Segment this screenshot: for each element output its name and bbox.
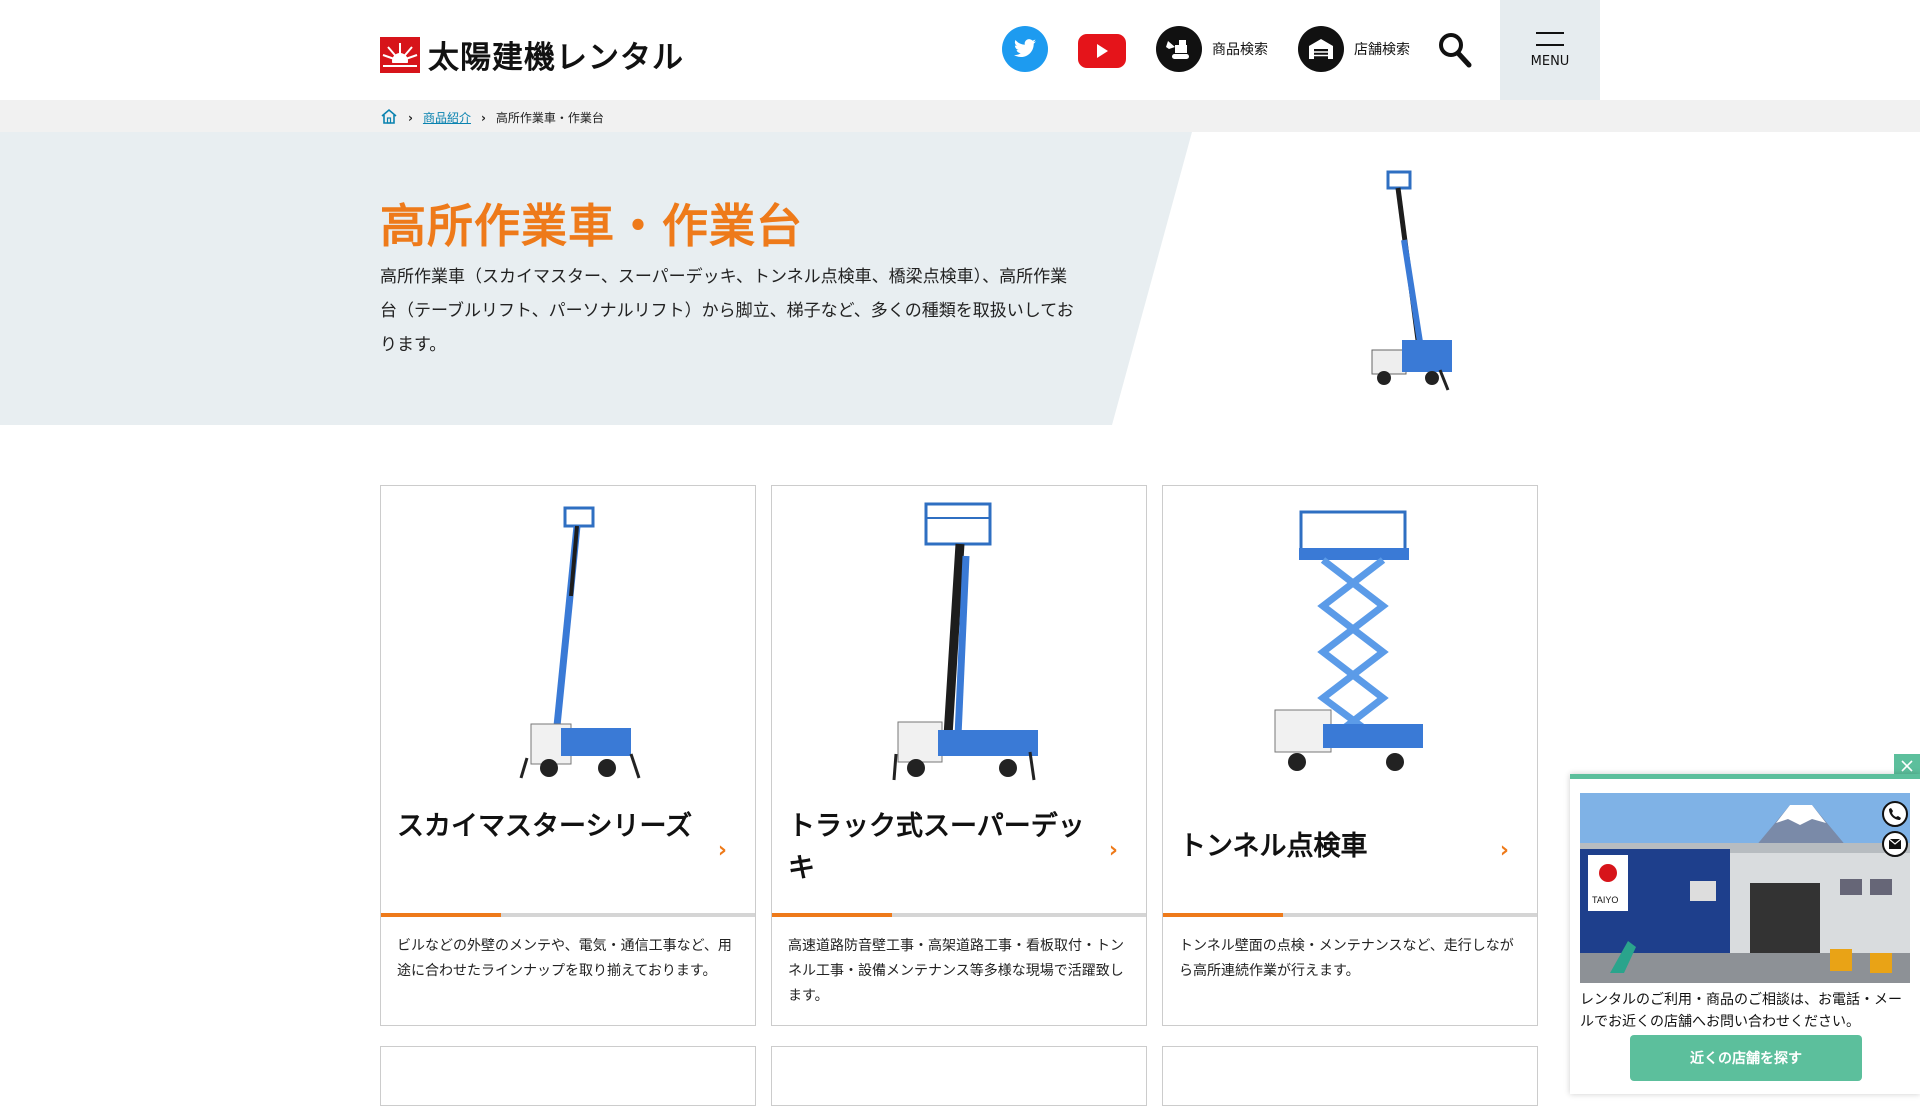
- twitter-icon[interactable]: [1002, 26, 1048, 72]
- mail-icon[interactable]: [1882, 831, 1908, 857]
- product-card-tunnel-inspection[interactable]: トンネル点検車 › トンネル壁面の点検・メンテナンスなど、走行しながら高所連続作…: [1162, 485, 1538, 1026]
- search-icon[interactable]: [1438, 32, 1472, 68]
- product-card-partial[interactable]: [1162, 1046, 1538, 1106]
- site-logo[interactable]: 太陽建機レンタル: [380, 32, 684, 77]
- card-title: トラック式スーパーデッキ: [788, 811, 1085, 884]
- breadcrumb-item-current: 高所作業車・作業台: [495, 111, 604, 125]
- warehouse-icon: [1298, 26, 1344, 72]
- store-sign-text: TAIYO: [1592, 895, 1618, 905]
- card-description: トンネル壁面の点検・メンテナンスなど、走行しながら高所連続作業が行えます。: [1179, 938, 1514, 979]
- nav-product-search-label: 商品検索: [1212, 42, 1268, 58]
- tunnel-inspection-truck-image: [1163, 496, 1537, 786]
- breadcrumb: › 商品紹介 › 高所作業車・作業台: [0, 100, 1920, 132]
- logo-sun-icon: [380, 36, 420, 73]
- chevron-right-icon: ›: [717, 838, 727, 863]
- chevron-right-icon: ›: [1108, 838, 1118, 863]
- nav-store-search[interactable]: 店舗検索: [1298, 26, 1410, 72]
- aerial-work-truck-image: [1340, 170, 1460, 400]
- excavator-icon: [1156, 26, 1202, 72]
- breadcrumb-item-products[interactable]: 商品紹介: [423, 109, 471, 126]
- card-description: 高速道路防音壁工事・高架道路工事・看板取付・トンネル工事・設備メンテナンス等多様…: [788, 938, 1124, 1004]
- card-divider: [381, 913, 755, 917]
- youtube-icon[interactable]: [1078, 34, 1126, 68]
- menu-button[interactable]: MENU: [1500, 0, 1600, 100]
- skymaster-truck-image: [381, 496, 755, 786]
- hero-section: 高所作業車・作業台 高所作業車（スカイマスター、スーパーデッキ、トンネル点検車、…: [0, 132, 1920, 425]
- nav-product-search[interactable]: 商品検索: [1156, 26, 1268, 72]
- nav-store-search-label: 店舗検索: [1354, 42, 1410, 58]
- store-photo: TAIYO: [1580, 793, 1910, 983]
- close-icon: [1901, 760, 1913, 772]
- chevron-right-icon: ›: [408, 110, 413, 125]
- superdeck-truck-image: [772, 496, 1146, 786]
- product-card-skymaster[interactable]: スカイマスターシリーズ › ビルなどの外壁のメンテや、電気・通信工事など、用途に…: [380, 485, 756, 1026]
- chevron-right-icon: ›: [480, 110, 486, 125]
- logo-text: 太陽建機レンタル: [428, 40, 684, 76]
- hamburger-icon: [1536, 31, 1564, 46]
- find-nearby-store-button[interactable]: 近くの店舗を探す: [1630, 1035, 1862, 1081]
- card-divider: [1163, 913, 1537, 917]
- product-card-partial[interactable]: [771, 1046, 1147, 1106]
- contact-popup: TAIYO レンタルのご利用・商品のご相談は、お電話・メールでお近くの店舗へお問…: [1570, 774, 1920, 1094]
- home-icon[interactable]: [380, 108, 398, 127]
- phone-icon[interactable]: [1882, 801, 1908, 827]
- product-card-superdeck[interactable]: トラック式スーパーデッキ › 高速道路防音壁工事・高架道路工事・看板取付・トンネ…: [771, 485, 1147, 1026]
- menu-label: MENU: [1530, 53, 1570, 69]
- chevron-right-icon: ›: [1499, 838, 1509, 863]
- product-card-partial[interactable]: [380, 1046, 756, 1106]
- site-header: 太陽建機レンタル 商品検索 店舗検索 MENU: [0, 0, 1920, 100]
- card-divider: [772, 913, 1146, 917]
- popup-message: レンタルのご利用・商品のご相談は、お電話・メールでお近くの店舗へお問い合わせくだ…: [1580, 992, 1902, 1030]
- card-description: ビルなどの外壁のメンテや、電気・通信工事など、用途に合わせたラインナップを取り揃…: [397, 938, 732, 979]
- page-description: 高所作業車（スカイマスター、スーパーデッキ、トンネル点検車、橋梁点検車）、高所作…: [380, 267, 1074, 355]
- card-title: スカイマスターシリーズ: [397, 811, 693, 842]
- card-title: トンネル点検車: [1179, 831, 1368, 862]
- page-title: 高所作業車・作業台: [380, 199, 803, 253]
